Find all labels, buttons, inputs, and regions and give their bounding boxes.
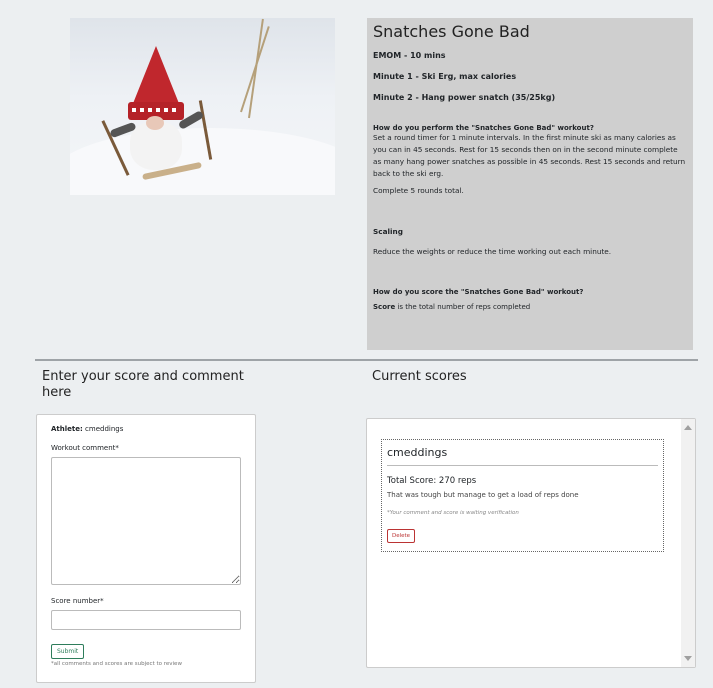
athlete-line: Athlete: cmeddings bbox=[51, 425, 241, 433]
comment-label: Workout comment* bbox=[51, 444, 119, 452]
workout-minute-2: Minute 2 - Hang power snatch (35/25kg) bbox=[373, 93, 556, 102]
gnome-nose bbox=[146, 116, 164, 130]
score-comment: That was tough but manage to get a load … bbox=[387, 491, 579, 499]
delete-button[interactable]: Delete bbox=[387, 529, 416, 543]
score-description: Score is the total number of reps comple… bbox=[373, 303, 687, 311]
review-note: *all comments and scores are subject to … bbox=[51, 661, 182, 667]
workout-emom: EMOM - 10 mins bbox=[373, 51, 446, 60]
submit-button[interactable]: Submit bbox=[51, 644, 85, 659]
score-text: is the total number of reps completed bbox=[395, 303, 531, 311]
scores-scrollbar[interactable] bbox=[681, 419, 695, 667]
score-form: Athlete: cmeddings Workout comment* Scor… bbox=[36, 414, 256, 683]
score-number-input[interactable] bbox=[51, 610, 241, 630]
score-label: Score bbox=[373, 303, 396, 311]
scroll-down-icon[interactable] bbox=[684, 656, 692, 661]
section-divider bbox=[35, 359, 698, 361]
form-heading: Enter your score and comment here bbox=[42, 369, 244, 400]
scores-heading: Current scores bbox=[372, 369, 467, 384]
workout-minute-1: Minute 1 - Ski Erg, max calories bbox=[373, 72, 517, 81]
grass-stem bbox=[248, 18, 264, 119]
athlete-label: Athlete: bbox=[51, 425, 83, 433]
workout-photo bbox=[70, 18, 335, 195]
workout-description: Snatches Gone Bad EMOM - 10 mins Minute … bbox=[367, 18, 693, 350]
perform-text: Set a round timer for 1 minute intervals… bbox=[373, 133, 686, 178]
scroll-up-icon[interactable] bbox=[684, 425, 692, 430]
rounds-text: Complete 5 rounds total. bbox=[373, 186, 464, 195]
verification-status: *Your comment and score is waiting verif… bbox=[387, 510, 519, 516]
scaling-title: Scaling bbox=[373, 227, 403, 236]
scores-panel: cmeddings Total Score: 270 reps That was… bbox=[366, 418, 696, 668]
score-question: How do you score the "Snatches Gone Bad"… bbox=[373, 288, 584, 296]
score-user: cmeddings bbox=[387, 446, 658, 466]
perform-question: How do you perform the "Snatches Gone Ba… bbox=[373, 124, 594, 132]
score-total: Total Score: 270 reps bbox=[387, 476, 477, 486]
score-entry: cmeddings Total Score: 270 reps That was… bbox=[381, 439, 664, 552]
workout-comment-field[interactable] bbox=[51, 457, 241, 585]
scaling-text: Reduce the weights or reduce the time wo… bbox=[373, 247, 612, 256]
workout-title: Snatches Gone Bad bbox=[373, 22, 530, 41]
score-number-label: Score number* bbox=[51, 597, 104, 605]
athlete-name: cmeddings bbox=[82, 425, 124, 433]
